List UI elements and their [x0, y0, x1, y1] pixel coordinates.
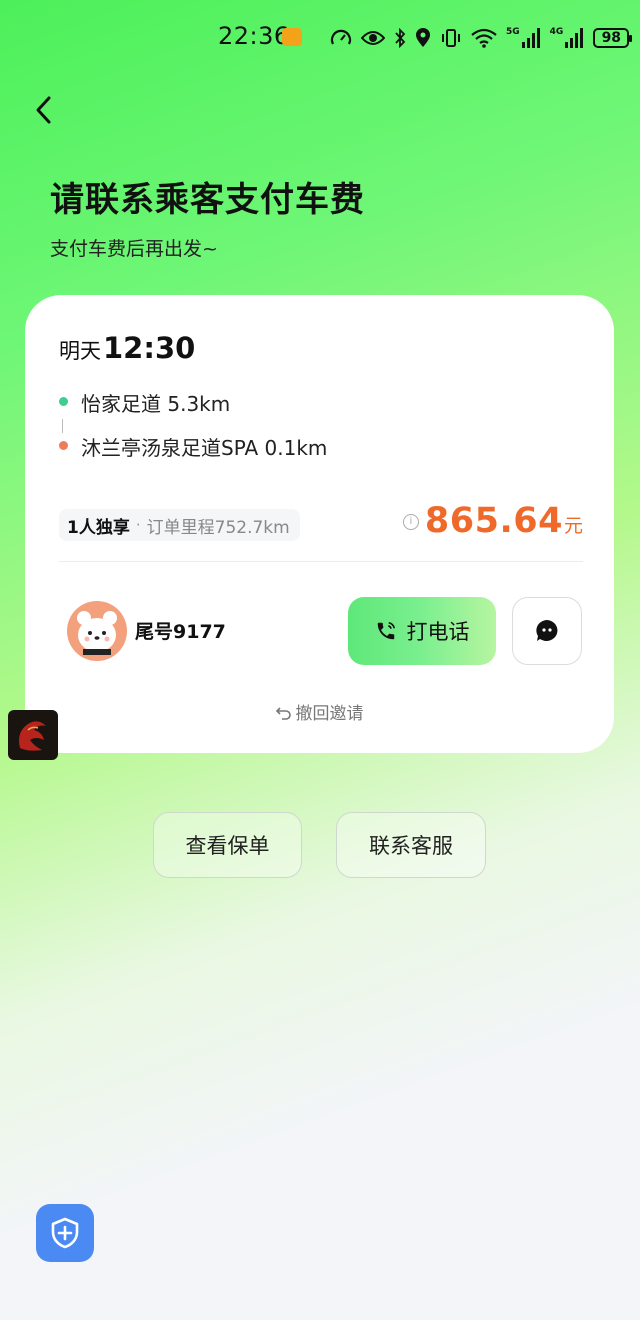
status-time: 22:36 [218, 22, 290, 50]
fare-unit: 元 [563, 515, 583, 537]
signal-4g-icon: 4G [550, 28, 585, 48]
call-button-label: 打电话 [406, 620, 470, 644]
contact-support-button[interactable]: 联系客服 [336, 812, 486, 878]
view-policy-button[interactable]: 查看保单 [153, 812, 302, 878]
separator-dot: · [135, 516, 141, 534]
eye-icon [361, 31, 385, 45]
info-icon[interactable]: i [402, 513, 419, 530]
wifi-icon [471, 28, 497, 48]
dropoff-stop: 沐兰亭汤泉足道SPA 0.1km [59, 431, 327, 461]
notification-app-icon [282, 28, 302, 46]
dropoff-dot [59, 441, 68, 450]
page-title: 请联系乘客支付车费 [50, 180, 365, 220]
safety-button[interactable] [36, 1204, 94, 1262]
route: 怡家足道 5.3km 沐兰亭汤泉足道SPA 0.1km [59, 387, 327, 461]
page-subtitle: 支付车费后再出发~ [50, 238, 218, 260]
undo-icon [275, 706, 291, 720]
fare: i 865.64 元 [402, 501, 583, 541]
pickup-dot [59, 397, 68, 406]
passenger-tail-number: 尾号9177 [135, 621, 226, 643]
order-info-chip: 1人独享 · 订单里程752.7km [59, 509, 300, 541]
vibrate-icon [442, 29, 460, 47]
chevron-left-icon [36, 96, 51, 124]
chat-button[interactable] [512, 597, 582, 665]
withdraw-invite-label: 撤回邀请 [295, 704, 364, 724]
speedometer-icon [330, 29, 352, 45]
fare-amount: 865.64 [424, 501, 563, 541]
trip-datetime: 明天 12:30 [59, 331, 195, 365]
status-bar: 22:36 5G 4G 98 [0, 0, 640, 76]
call-button[interactable]: 打电话 [348, 597, 496, 665]
signal-5g-icon: 5G [506, 28, 541, 48]
location-icon [416, 28, 430, 47]
withdraw-invite-button[interactable]: 撤回邀请 [25, 699, 614, 724]
chat-bubble-icon [536, 620, 558, 641]
back-button[interactable] [24, 90, 64, 130]
divider [59, 561, 583, 562]
fare-row: 1人独享 · 订单里程752.7km i 865.64 元 [59, 501, 583, 547]
status-icons: 5G 4G 98 [330, 24, 633, 52]
phone-icon [377, 621, 395, 640]
pickup-stop: 怡家足道 5.3km [59, 387, 327, 417]
shield-plus-icon [51, 1217, 79, 1249]
ride-type: 1人独享 [67, 517, 130, 538]
pickup-label: 怡家足道 5.3km [81, 391, 231, 416]
avatar[interactable] [67, 601, 127, 661]
dropoff-label: 沐兰亭汤泉足道SPA 0.1km [81, 435, 328, 460]
trip-time: 12:30 [103, 331, 196, 365]
bluetooth-icon [395, 28, 406, 48]
battery-indicator: 98 [593, 28, 633, 48]
trip-day: 明天 [59, 339, 101, 363]
floating-app-icon[interactable] [8, 710, 58, 760]
trip-card: 明天 12:30 怡家足道 5.3km 沐兰亭汤泉足道SPA 0.1km 1人独… [25, 295, 614, 753]
order-distance: 订单里程752.7km [146, 517, 290, 538]
